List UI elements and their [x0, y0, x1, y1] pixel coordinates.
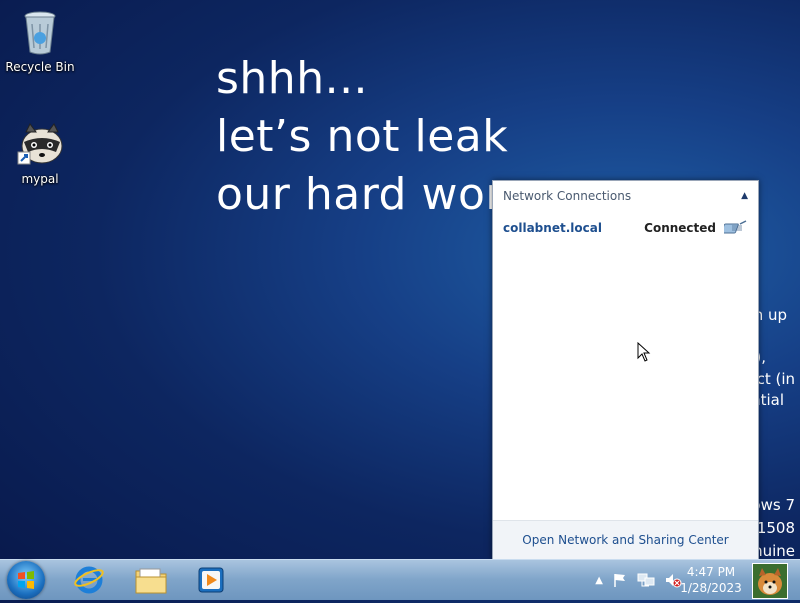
wired-network-icon: [724, 220, 747, 234]
wallpaper-line-2: let’s not leak: [216, 111, 509, 162]
clock-time: 4:47 PM: [686, 565, 736, 579]
network-connections-flyout: Network Connections ▲ collabnet.local Co…: [492, 180, 759, 560]
windows-explorer-icon: [135, 568, 167, 594]
start-button[interactable]: [7, 561, 45, 599]
recycle-bin-label: Recycle Bin: [5, 60, 75, 74]
internet-explorer-icon: [74, 566, 104, 594]
desktop-icon-mypal[interactable]: mypal: [0, 122, 80, 186]
network-icon[interactable]: [637, 572, 655, 588]
footer-link-label: Open Network and Sharing Center: [522, 533, 729, 547]
taskbar-media-player[interactable]: [184, 562, 238, 598]
taskbar-clock[interactable]: 4:47 PM 1/28/2023: [678, 564, 744, 596]
mouse-cursor-icon: [637, 342, 651, 362]
media-player-icon: [198, 567, 224, 593]
taskbar-internet-explorer[interactable]: [62, 562, 116, 598]
taskbar: ▲ 4:47 PM 1/28/2023: [0, 559, 800, 600]
taskbar-windows-explorer[interactable]: [124, 562, 178, 598]
mypal-label: mypal: [21, 172, 59, 186]
mypal-raccoon-icon: [17, 123, 63, 165]
connection-status: Connected: [644, 221, 716, 235]
recycle-bin-icon: [24, 11, 56, 55]
flyout-title: Network Connections: [503, 189, 632, 203]
wallpaper-fragment: nuine: [753, 542, 795, 560]
flyout-header: Network Connections ▲: [493, 181, 758, 211]
show-hidden-icons-arrow[interactable]: ▲: [595, 575, 603, 586]
network-connection-item[interactable]: collabnet.local Connected: [493, 211, 758, 245]
user-avatar-icon[interactable]: [752, 563, 788, 599]
clock-date: 1/28/2023: [680, 581, 742, 595]
action-center-flag-icon[interactable]: [612, 572, 628, 588]
wallpaper-text: shhh... let’s not leak our hard wor: [216, 50, 508, 224]
wallpaper-line-3: our hard wor: [216, 169, 504, 220]
wallpaper-line-1: shhh...: [216, 53, 369, 104]
collapse-chevron-icon[interactable]: ▲: [741, 191, 748, 201]
connection-name: collabnet.local: [503, 221, 602, 235]
windows-logo-icon: [18, 571, 34, 589]
desktop-icon-recycle-bin[interactable]: Recycle Bin: [0, 8, 80, 74]
system-tray: ▲: [595, 560, 682, 600]
open-network-sharing-center-link[interactable]: Open Network and Sharing Center: [493, 520, 758, 559]
